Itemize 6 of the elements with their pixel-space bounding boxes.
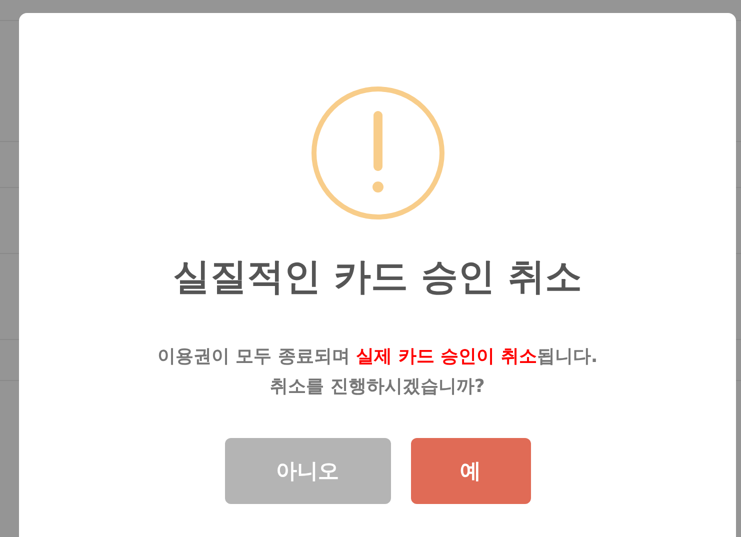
dialog-title: 실질적인 카드 승인 취소	[173, 254, 582, 300]
yes-button[interactable]: 예	[410, 438, 530, 504]
no-button[interactable]: 아니오	[224, 438, 390, 504]
question-text: 취소를 진행하시겠습니까?	[269, 375, 486, 399]
message-text: 이용권이 모두 종료되며 실제 카드 승인이 취소됩니다.	[157, 345, 598, 369]
warning-icon	[310, 86, 444, 220]
